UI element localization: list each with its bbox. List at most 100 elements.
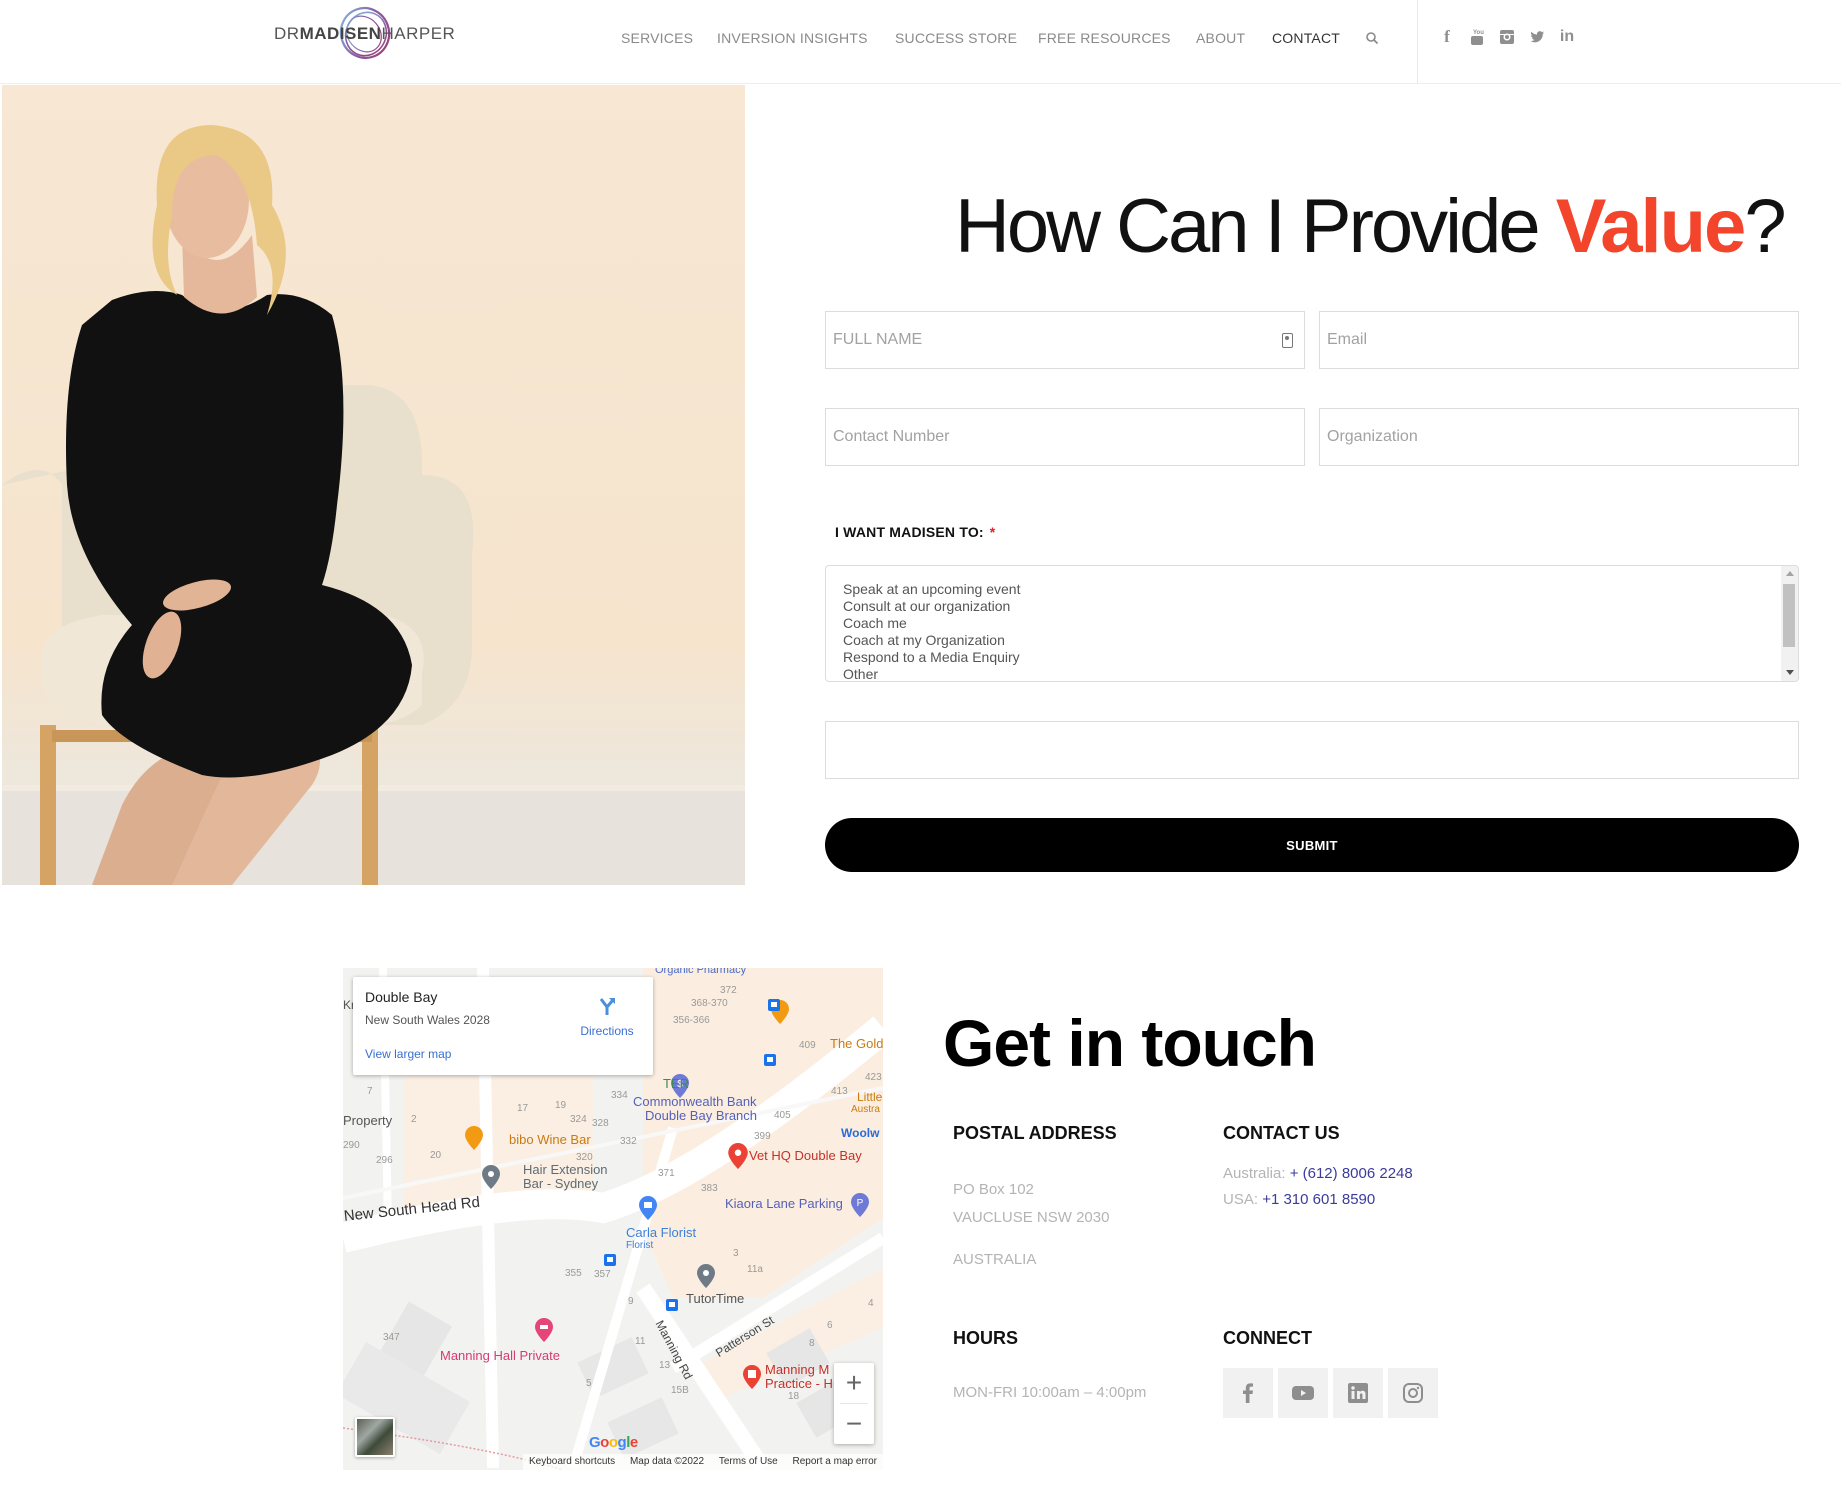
- portrait-photo: [2, 85, 745, 885]
- contact-us-heading: CONTACT US: [1223, 1123, 1340, 1143]
- contact-card-icon[interactable]: [1282, 333, 1293, 348]
- street-number: 405: [774, 1110, 791, 1121]
- email-input[interactable]: [1320, 312, 1798, 368]
- form-title: How Can I Provide Value?: [955, 184, 1787, 269]
- street-number: 399: [754, 1131, 771, 1142]
- linkedin-icon[interactable]: in: [1557, 27, 1577, 47]
- street-number: 372: [720, 985, 737, 996]
- bus-stop-icon[interactable]: [764, 1054, 776, 1066]
- search-icon[interactable]: [1365, 31, 1379, 45]
- directions-button[interactable]: Directions: [573, 995, 641, 1038]
- youtube-icon[interactable]: You: [1467, 27, 1487, 47]
- street-number: 332: [620, 1136, 637, 1147]
- option-coach-me[interactable]: Coach me: [843, 615, 1020, 632]
- contact-phones: Australia: + (612) 8006 2248 USA: +1 310…: [1223, 1165, 1413, 1208]
- option-consult[interactable]: Consult at our organization: [843, 598, 1020, 615]
- map-label: TutorTime: [686, 1291, 745, 1306]
- option-other[interactable]: Other: [843, 666, 1020, 681]
- map-label: Hair Extension: [523, 1162, 608, 1177]
- map-label: Florist: [626, 1240, 654, 1251]
- connect-facebook-button[interactable]: [1223, 1368, 1273, 1418]
- message-input[interactable]: [826, 722, 1798, 778]
- contact-number-input[interactable]: [826, 409, 1304, 465]
- scroll-thumb[interactable]: [1783, 584, 1795, 647]
- nav-contact[interactable]: CONTACT: [1272, 30, 1340, 46]
- contact-number-field[interactable]: [825, 408, 1305, 466]
- instagram-icon[interactable]: [1497, 27, 1517, 47]
- street-number: 17: [517, 1103, 529, 1114]
- option-media[interactable]: Respond to a Media Enquiry: [843, 649, 1020, 666]
- hotel-pin-icon[interactable]: [535, 1318, 553, 1342]
- nav-about[interactable]: ABOUT: [1196, 30, 1245, 46]
- zoom-in-button[interactable]: +: [834, 1363, 874, 1403]
- street-number: 15B: [671, 1385, 689, 1396]
- map-label: Commonwealth Bank: [633, 1094, 757, 1109]
- zoom-out-button[interactable]: −: [834, 1404, 874, 1444]
- street-number: 368-370: [691, 998, 728, 1009]
- message-field[interactable]: [825, 721, 1799, 779]
- nav-services[interactable]: SERVICES: [621, 30, 693, 46]
- street-number: 3: [733, 1248, 739, 1259]
- full-name-field[interactable]: [825, 311, 1305, 369]
- bar-pin-icon[interactable]: [465, 1126, 483, 1150]
- map-label: Little: [857, 1090, 883, 1104]
- street-number: 19: [555, 1100, 567, 1111]
- portrait-illustration: [2, 125, 745, 885]
- street-number: 13: [659, 1360, 671, 1371]
- submit-button[interactable]: SUBMIT: [825, 818, 1799, 872]
- scroll-down-icon[interactable]: [1786, 670, 1794, 675]
- bus-stop-icon[interactable]: [604, 1254, 616, 1266]
- youtube-icon: [1292, 1386, 1314, 1400]
- map-label: The Gold: [830, 1036, 883, 1051]
- nav-free-resources[interactable]: FREE RESOURCES: [1038, 30, 1171, 46]
- directions-icon: [599, 998, 615, 1015]
- twitter-icon[interactable]: [1527, 27, 1547, 47]
- map-label: Manning M: [765, 1362, 830, 1377]
- logo[interactable]: DRMADISENHARPER: [274, 4, 456, 62]
- connect-instagram-button[interactable]: [1388, 1368, 1438, 1418]
- street-number: 347: [383, 1332, 400, 1343]
- medical-pin-icon[interactable]: [743, 1365, 761, 1389]
- scroll-up-icon[interactable]: [1786, 571, 1794, 576]
- tutor-pin-icon[interactable]: [697, 1264, 715, 1288]
- organization-input[interactable]: [1320, 409, 1798, 465]
- services-listbox[interactable]: Speak at an upcoming event Consult at ou…: [825, 565, 1799, 682]
- map-label: TER: [663, 1076, 689, 1091]
- map-label: Austra: [851, 1104, 880, 1115]
- map-info-card: Double Bay New South Wales 2028 View lar…: [353, 977, 653, 1075]
- map-type-toggle[interactable]: [355, 1417, 395, 1457]
- full-name-input[interactable]: [826, 312, 1304, 368]
- connect-youtube-button[interactable]: [1278, 1368, 1328, 1418]
- vet-pin-icon[interactable]: [728, 1143, 748, 1169]
- google-map[interactable]: $ P Organic Pharmacy TER The Gold Common…: [343, 968, 883, 1470]
- postal-address-heading: POSTAL ADDRESS: [953, 1123, 1117, 1143]
- parking-pin-icon[interactable]: P: [851, 1193, 869, 1217]
- bus-stop-icon[interactable]: [666, 1299, 678, 1311]
- postal-line-3: AUSTRALIA: [953, 1251, 1037, 1268]
- keyboard-shortcuts-link[interactable]: Keyboard shortcuts: [529, 1456, 615, 1467]
- connect-heading: CONNECT: [1223, 1328, 1312, 1348]
- report-error-link[interactable]: Report a map error: [793, 1456, 877, 1467]
- terms-link[interactable]: Terms of Use: [719, 1456, 778, 1467]
- street-number: 4: [868, 1298, 874, 1309]
- bus-stop-icon[interactable]: [768, 999, 780, 1011]
- florist-pin-icon[interactable]: [639, 1196, 657, 1220]
- map-data-text: Map data ©2022: [629, 1456, 705, 1467]
- facebook-icon: [1243, 1383, 1253, 1403]
- usa-phone-link[interactable]: +1 310 601 8590: [1262, 1191, 1375, 1208]
- view-larger-map-link[interactable]: View larger map: [365, 1047, 451, 1061]
- street-number: 290: [343, 1140, 360, 1151]
- listbox-scrollbar[interactable]: [1781, 566, 1798, 681]
- organization-field[interactable]: [1319, 408, 1799, 466]
- connect-linkedin-button[interactable]: [1333, 1368, 1383, 1418]
- street-number: 423: [865, 1072, 882, 1083]
- option-speak[interactable]: Speak at an upcoming event: [843, 581, 1020, 598]
- nav-inversion-insights[interactable]: INVERSION INSIGHTS: [717, 30, 868, 46]
- hair-pin-icon[interactable]: [482, 1165, 500, 1189]
- option-coach-org[interactable]: Coach at my Organization: [843, 632, 1020, 649]
- facebook-icon[interactable]: f: [1437, 27, 1457, 47]
- email-field[interactable]: [1319, 311, 1799, 369]
- street-number: 324: [570, 1114, 587, 1125]
- nav-success-store[interactable]: SUCCESS STORE: [895, 30, 1017, 46]
- australia-phone-link[interactable]: + (612) 8006 2248: [1290, 1165, 1413, 1182]
